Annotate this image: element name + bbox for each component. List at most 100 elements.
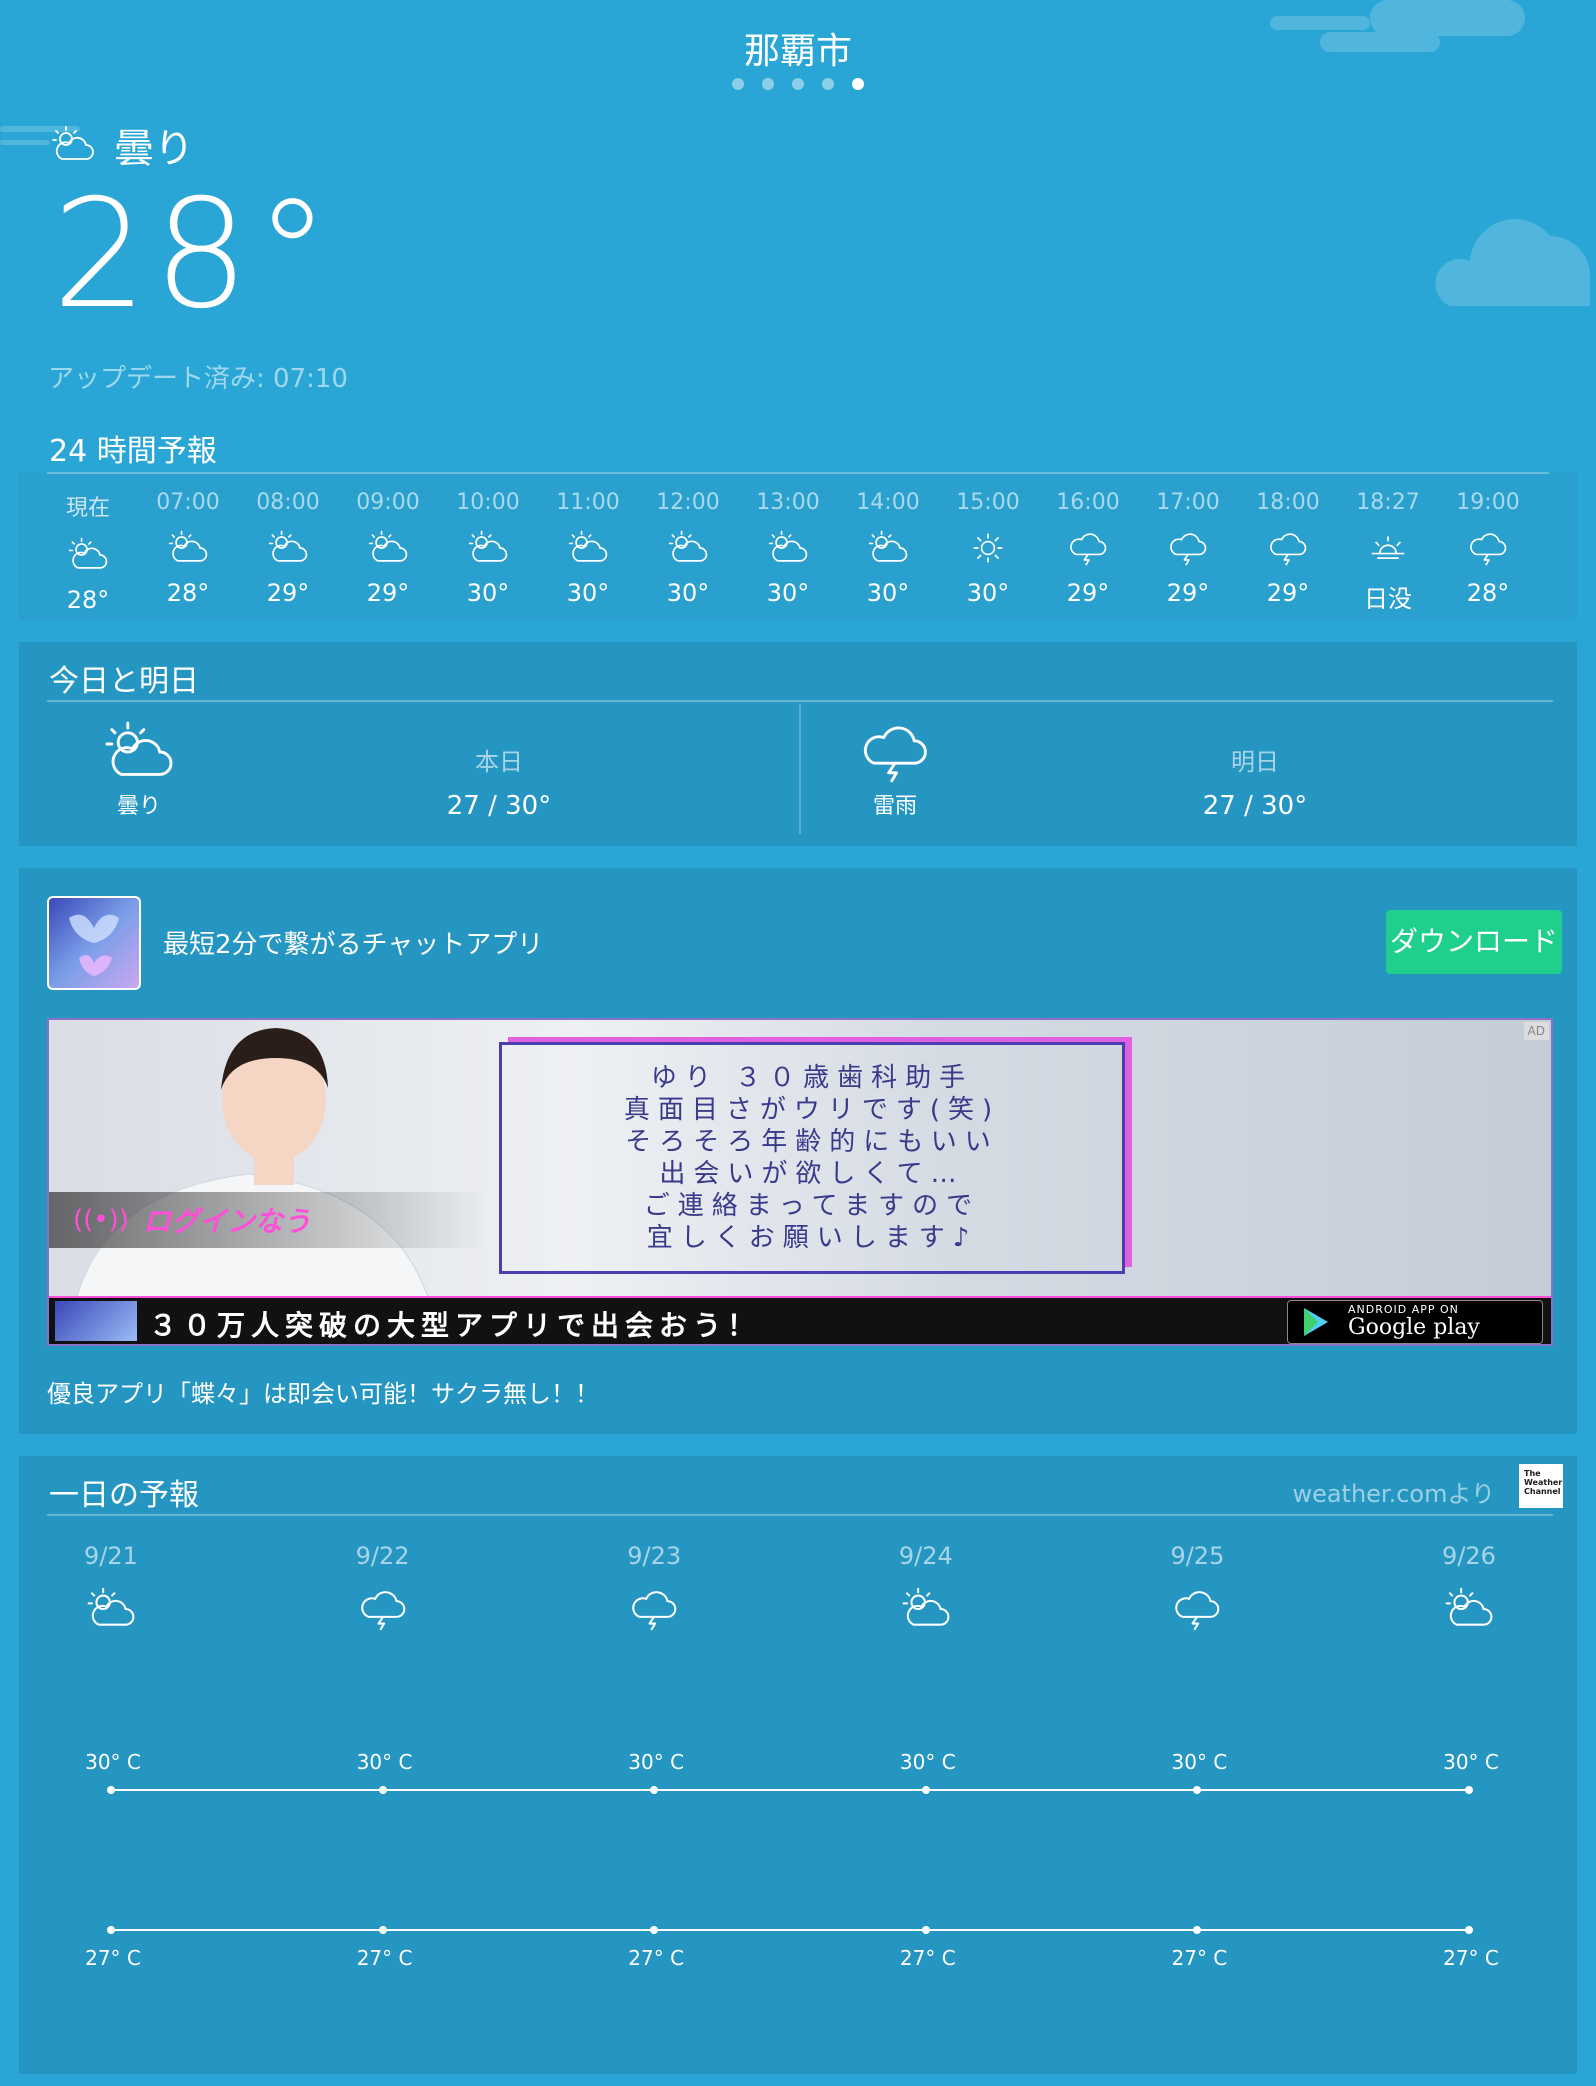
ad-message-line: ご連絡まってますので xyxy=(643,1191,981,1221)
hourly-temp: 29° xyxy=(1266,579,1310,607)
hourly-time: 13:00 xyxy=(756,490,820,515)
hourly-time: 16:00 xyxy=(1056,490,1120,515)
hourly-item: 13:00 30° xyxy=(743,490,833,607)
low-temp-label: 27° C xyxy=(85,1946,141,1970)
high-temp-point xyxy=(107,1786,115,1794)
page-dot[interactable] xyxy=(762,78,774,90)
today-condition: 曇り xyxy=(116,794,161,819)
partly-cloudy-icon xyxy=(865,529,911,567)
ad-message-line: ゆり ３０歳歯科助手 xyxy=(650,1063,974,1093)
high-temp-point xyxy=(650,1786,659,1794)
hourly-time: 12:00 xyxy=(656,490,720,515)
daily-item: 9/24 xyxy=(866,1542,986,1636)
ad-message-box: ゆり ３０歳歯科助手 真面目さがウリです(笑) そろそろ年齢的にもいい 出会いが欲しく… xyxy=(499,1042,1125,1274)
current-temperature: 28° xyxy=(52,168,336,342)
hourly-temp: 日没 xyxy=(1364,585,1412,613)
hourly-time: 17:00 xyxy=(1156,490,1220,515)
hourly-time: 15:00 xyxy=(956,490,1020,515)
hourly-forecast-panel[interactable]: 現在 28° 07:00 28° 08:00 29° 09:00 29° 10:00 30° 11:… xyxy=(19,472,1577,620)
hourly-item: 19:00 28° xyxy=(1443,490,1533,607)
hourly-temp: 28° xyxy=(166,579,210,607)
low-temp-label: 27° C xyxy=(356,1946,413,1970)
daily-date: 9/26 xyxy=(1442,1542,1496,1570)
ad-panel[interactable]: 最短2分で繋がるチャットアプリ ダウンロード AD ゆり ３０歳歯科助手 真面目さ… xyxy=(19,868,1577,1434)
page-dot-active[interactable] xyxy=(852,78,864,90)
decorative-cloud-right xyxy=(1430,206,1596,316)
ad-bottom-text: ３０万人突破の大型アプリで出会おう！ xyxy=(149,1309,762,1342)
current-condition-label: 曇り xyxy=(114,126,194,172)
ad-description[interactable]: 優良アプリ「蝶々」は即会い可能！サクラ無し！！ xyxy=(47,1374,599,1409)
high-temp-label: 30° C xyxy=(1171,1750,1228,1774)
city-title: 那覇市 xyxy=(743,31,852,72)
ad-banner-image[interactable]: AD ゆり ３０歳歯科助手 真面目さがウリです(笑) そろそろ年齢的にもいい 出会いが… xyxy=(47,1018,1553,1346)
page-indicator[interactable] xyxy=(0,78,1596,90)
google-play-badge[interactable]: ANDROID APP ON Google play xyxy=(1287,1300,1543,1344)
daily-date: 9/24 xyxy=(898,1542,953,1570)
ad-login-text: ログインなう xyxy=(142,1205,311,1238)
hourly-time: 現在 xyxy=(65,496,110,521)
hourly-temp: 29° xyxy=(1166,579,1210,607)
today-summary: 本日 27 / 30° xyxy=(379,742,619,821)
daily-item: 9/23 xyxy=(594,1542,714,1636)
daily-item: 9/22 xyxy=(323,1542,443,1636)
high-temp-label: 30° C xyxy=(85,1750,141,1774)
today-label: 本日 xyxy=(475,748,523,776)
low-temp-point xyxy=(921,1926,930,1934)
hourly-item: 17:00 29° xyxy=(1143,490,1233,607)
partly-cloudy-icon xyxy=(265,529,311,567)
hourly-temp: 30° xyxy=(766,579,810,607)
hourly-temp: 29° xyxy=(1066,579,1110,607)
hourly-temp: 29° xyxy=(266,579,310,607)
hourly-temp: 30° xyxy=(966,579,1010,607)
hourly-item: 15:00 30° xyxy=(943,490,1033,607)
hourly-item: 18:27 日没 xyxy=(1343,490,1433,614)
ad-message-line: 真面目さがウリです(笑) xyxy=(623,1095,1001,1125)
ad-headline[interactable]: 最短2分で繋がるチャットアプリ xyxy=(163,924,543,961)
hourly-item: 14:00 30° xyxy=(843,490,933,607)
tomorrow-summary: 明日 27 / 30° xyxy=(1135,742,1375,821)
page-dot[interactable] xyxy=(822,78,834,90)
sunset-icon xyxy=(1365,529,1411,567)
daily-item: 9/25 xyxy=(1137,1542,1257,1636)
partly-cloudy-icon xyxy=(1441,1586,1497,1632)
partly-cloudy-icon xyxy=(465,529,511,567)
store-line2: Google play xyxy=(1348,1315,1480,1340)
low-temp-point xyxy=(107,1926,115,1934)
hourly-temp: 30° xyxy=(566,579,610,607)
tomorrow-range: 27 / 30° xyxy=(1202,791,1308,821)
page-dot[interactable] xyxy=(792,78,804,90)
today-tomorrow-title: 今日と明日 xyxy=(49,664,199,699)
hourly-item: 09:00 29° xyxy=(343,490,433,607)
high-temp-point xyxy=(378,1786,387,1794)
low-temp-point xyxy=(650,1926,659,1934)
thunderstorm-icon xyxy=(355,1586,411,1632)
ad-message-line: 宜しくお願いします♪ xyxy=(646,1223,978,1253)
hourly-scroll-list[interactable]: 現在 28° 07:00 28° 08:00 29° 09:00 29° 10:00 30° 11:… xyxy=(19,472,1577,620)
download-button[interactable]: ダウンロード xyxy=(1386,910,1562,974)
low-temp-label: 27° C xyxy=(1171,1946,1228,1970)
thunderstorm-icon xyxy=(1065,529,1111,567)
ad-tag: AD xyxy=(1523,1022,1549,1040)
low-temp-label: 27° C xyxy=(628,1946,685,1970)
tomorrow-icon-group: 雷雨 xyxy=(835,720,955,820)
daily-chart: 9/21 30° C 27° C 9/22 30° C 27° C 9/23 30° C 27°… xyxy=(19,1456,1577,2074)
today-icon-group: 曇り xyxy=(79,720,199,820)
ad-app-icon[interactable] xyxy=(47,896,141,990)
thunderstorm-icon xyxy=(626,1586,682,1632)
hourly-item: 18:00 29° xyxy=(1243,490,1333,607)
low-temp-point xyxy=(378,1926,387,1934)
high-temp-label: 30° C xyxy=(628,1750,685,1774)
ad-login-strip: ((•)) ログインなう xyxy=(49,1192,489,1248)
daily-date: 9/22 xyxy=(355,1542,410,1570)
hourly-item: 16:00 29° xyxy=(1043,490,1133,607)
low-temp-label: 27° C xyxy=(1443,1946,1499,1970)
hourly-item: 08:00 29° xyxy=(243,490,333,607)
page-dot[interactable] xyxy=(732,78,744,90)
play-store-icon xyxy=(1304,1308,1328,1336)
partly-cloudy-icon xyxy=(65,536,111,574)
low-temp-label: 27° C xyxy=(899,1946,956,1970)
hourly-time: 18:27 xyxy=(1356,490,1420,515)
thunderstorm-icon xyxy=(1165,529,1211,567)
partly-cloudy-icon xyxy=(665,529,711,567)
hourly-time: 10:00 xyxy=(456,490,520,515)
